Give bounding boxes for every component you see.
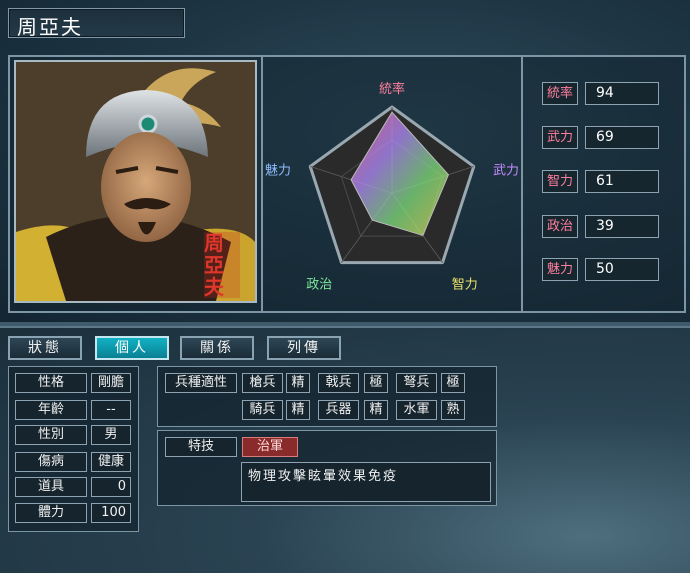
- aptitude-rank-2: 極: [441, 373, 465, 393]
- personal-label-4: 道具: [15, 477, 87, 497]
- special-skill-label: 特技: [165, 437, 237, 457]
- personal-value-1: --: [91, 400, 131, 420]
- aptitude-troop-1: 戟兵: [318, 373, 359, 393]
- personal-label-1: 年齡: [15, 400, 87, 420]
- stat-label-0: 統率: [542, 82, 578, 105]
- aptitude-rank-4: 精: [364, 400, 388, 420]
- aptitude-troop-4: 兵器: [318, 400, 359, 420]
- aptitude-troop-5: 水軍: [396, 400, 437, 420]
- aptitude-rank-0: 精: [286, 373, 310, 393]
- radar-label-3: 政治: [306, 278, 332, 293]
- personal-label-0: 性格: [15, 373, 87, 393]
- aptitude-rank-1: 極: [364, 373, 388, 393]
- aptitude-rank-5: 熟: [441, 400, 465, 420]
- tab-status[interactable]: 狀態: [8, 336, 82, 360]
- aptitude-title: 兵種適性: [165, 373, 237, 393]
- personal-label-2: 性別: [15, 425, 87, 445]
- aptitude-troop-3: 騎兵: [242, 400, 283, 420]
- aptitude-troop-2: 弩兵: [396, 373, 437, 393]
- tab-relations[interactable]: 關係: [180, 336, 254, 360]
- special-skill-description: 物理攻擊眩暈效果免疫: [241, 462, 491, 502]
- panel-divider: [521, 57, 523, 311]
- stat-label-1: 武力: [542, 126, 578, 149]
- stat-value-4: 50: [585, 258, 659, 281]
- radar-label-4: 魅力: [265, 163, 291, 178]
- radar-label-0: 統率: [379, 81, 405, 97]
- stat-label-3: 政治: [542, 215, 578, 238]
- radar-label-2: 智力: [452, 278, 478, 293]
- detail-top-rule: [0, 326, 690, 328]
- personal-value-0: 剛膽: [91, 373, 131, 393]
- tab-biography[interactable]: 列傳: [267, 336, 341, 360]
- stat-label-2: 智力: [542, 170, 578, 193]
- stat-value-1: 69: [585, 126, 659, 149]
- aptitude-rank-3: 精: [286, 400, 310, 420]
- personal-value-4: 0: [91, 477, 131, 497]
- stat-value-2: 61: [585, 170, 659, 193]
- special-skill-name[interactable]: 治軍: [242, 437, 298, 457]
- personal-value-3: 健康: [91, 452, 131, 472]
- stat-label-4: 魅力: [542, 258, 578, 281]
- personal-value-5: 100: [91, 503, 131, 523]
- personal-value-2: 男: [91, 425, 131, 445]
- officer-name-box: 周亞夫: [8, 8, 185, 39]
- aptitude-troop-0: 槍兵: [242, 373, 283, 393]
- radar-label-1: 武力: [493, 163, 519, 178]
- portrait-seal-name: 周亞夫: [204, 231, 224, 299]
- tab-personal[interactable]: 個人: [95, 336, 169, 360]
- stat-value-3: 39: [585, 215, 659, 238]
- personal-label-5: 體力: [15, 503, 87, 523]
- personal-label-3: 傷病: [15, 452, 87, 472]
- stat-value-0: 94: [585, 82, 659, 105]
- stat-radar-chart: 統率武力智力 政治 魅力: [265, 81, 519, 293]
- officer-name: 周亞夫: [17, 15, 83, 39]
